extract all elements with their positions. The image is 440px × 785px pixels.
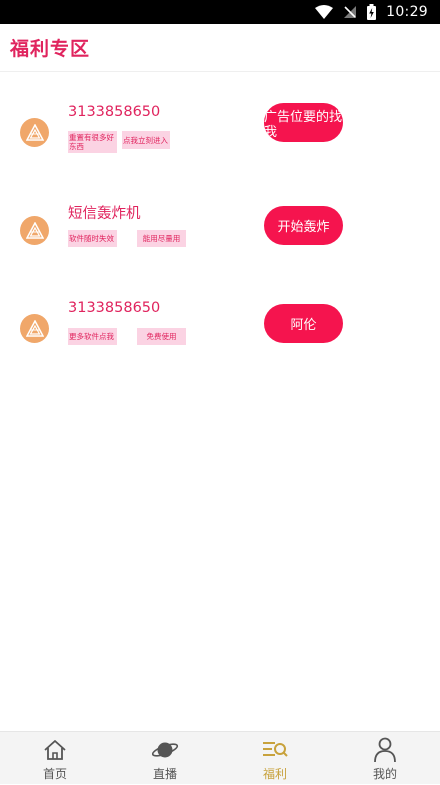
tag: 免费使用 <box>137 328 186 345</box>
home-icon <box>40 738 70 762</box>
nav-home[interactable]: 首页 <box>0 732 110 785</box>
logo-icon <box>25 221 44 239</box>
tag: 能用尽量用 <box>137 230 186 247</box>
tag: 点我立刻进入 <box>122 131 170 149</box>
card-avatar <box>20 314 49 343</box>
nav-label: 福利 <box>262 767 287 781</box>
nav-welfare[interactable]: 福利 <box>220 732 330 785</box>
no-signal-icon <box>344 6 357 18</box>
status-time: 10:29 <box>386 4 428 20</box>
logo-icon <box>25 319 44 337</box>
nav-label: 直播 <box>152 767 177 781</box>
card-title: 3133858650 <box>68 300 161 316</box>
profile-icon <box>370 737 400 763</box>
wifi-icon <box>315 5 334 19</box>
tag: 软件随时失效 <box>68 230 117 247</box>
welfare-card: 3133858650 更多软件点我 免费使用 阿伦 <box>0 300 440 390</box>
welfare-card: 3133858650 重置有很多好东西 点我立刻进入 广告位要的找我 <box>0 103 440 194</box>
status-bar: 10:29 <box>0 0 440 24</box>
welfare-icon <box>260 738 290 762</box>
nav-live[interactable]: 直播 <box>110 732 220 785</box>
nav-label: 我的 <box>372 767 397 781</box>
bottom-nav: 首页 直播 福利 我的 <box>0 731 440 784</box>
tag: 更多软件点我 <box>68 328 117 345</box>
page-title: 福利专区 <box>10 38 91 60</box>
app-header: 福利专区 <box>0 24 440 72</box>
tag: 重置有很多好东西 <box>68 131 117 153</box>
welfare-card: 短信轰炸机 软件随时失效 能用尽量用 开始轰炸 <box>0 202 440 292</box>
contact-ad-button[interactable]: 广告位要的找我 <box>264 103 343 142</box>
nav-profile[interactable]: 我的 <box>330 732 440 785</box>
start-bombing-button[interactable]: 开始轰炸 <box>264 206 343 245</box>
alun-button[interactable]: 阿伦 <box>264 304 343 343</box>
logo-icon <box>25 123 44 141</box>
card-title: 3133858650 <box>68 104 161 120</box>
battery-charging-icon <box>367 4 377 20</box>
nav-label: 首页 <box>42 767 67 781</box>
planet-icon <box>150 738 180 762</box>
card-avatar <box>20 216 49 245</box>
card-title: 短信轰炸机 <box>68 206 141 222</box>
card-avatar <box>20 118 49 147</box>
